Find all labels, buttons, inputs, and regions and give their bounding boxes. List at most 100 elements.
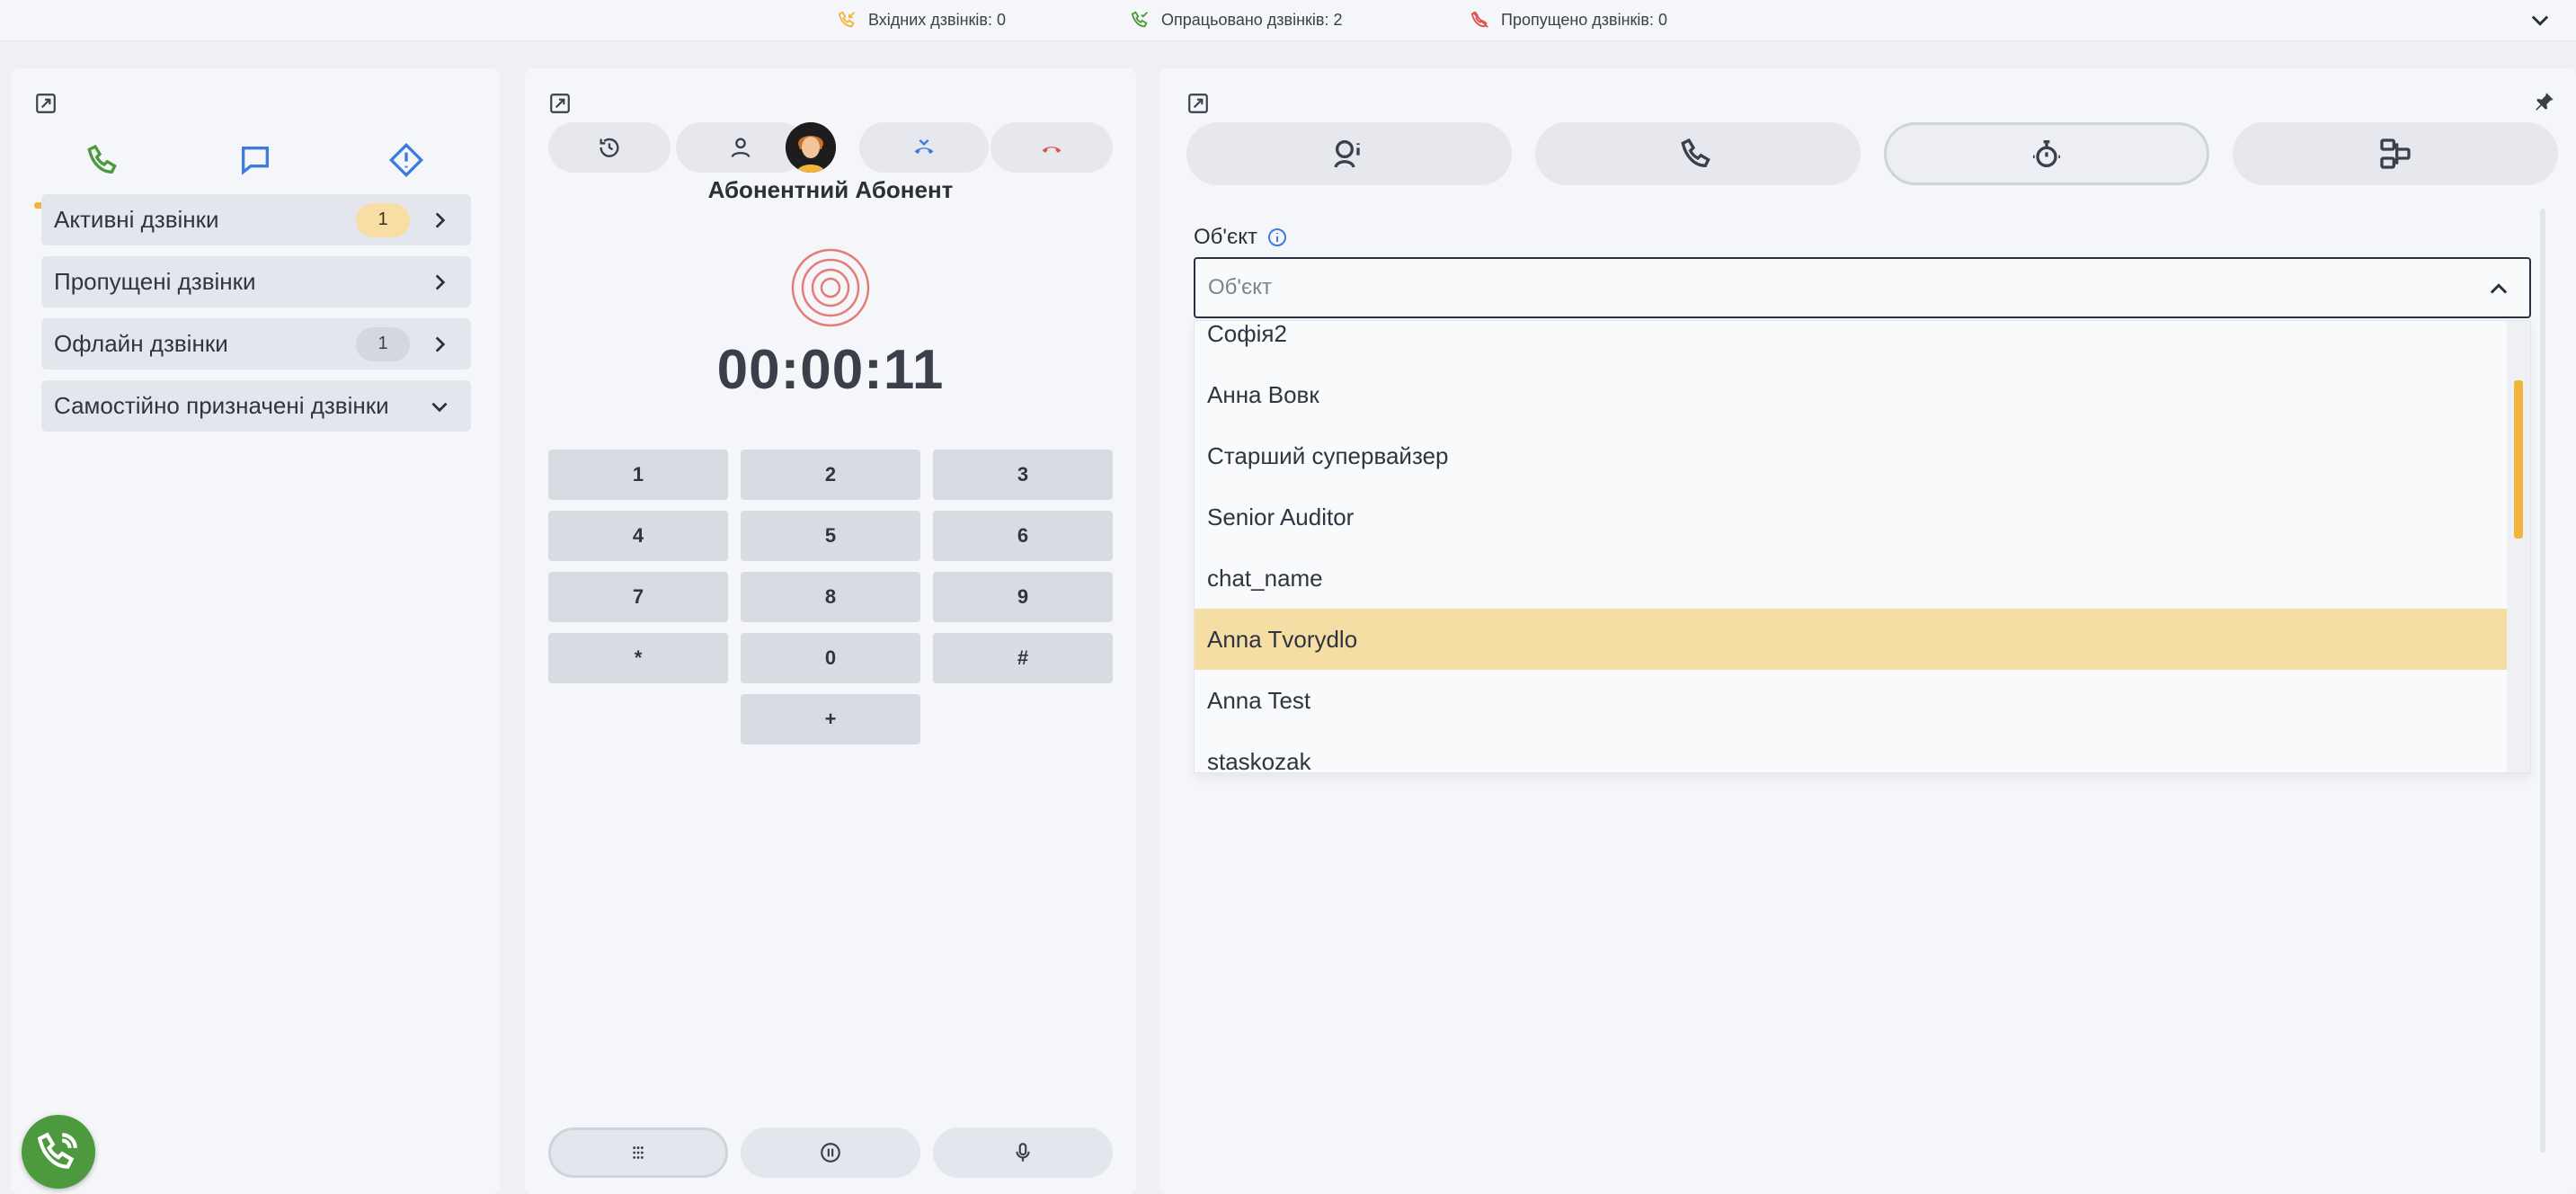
chevron-down-icon	[431, 402, 448, 412]
incoming-calls-stat: Вхідних дзвінків: 0	[838, 7, 1006, 32]
missed-calls-label: Пропущені дзвінки	[54, 268, 256, 295]
keypad-toggle-button[interactable]	[548, 1127, 728, 1178]
hang-up-button[interactable]	[990, 122, 1113, 173]
processed-call-icon	[1131, 11, 1148, 28]
key-4[interactable]: 4	[548, 511, 728, 561]
key-0[interactable]: 0	[741, 633, 920, 683]
missed-calls-text: Пропущено дзвінків: 0	[1501, 10, 1667, 29]
key-5[interactable]: 5	[741, 511, 920, 561]
option-item[interactable]: Софія2	[1195, 321, 2509, 364]
mute-button[interactable]	[933, 1127, 1113, 1178]
object-select-placeholder: Об'єкт	[1208, 275, 1273, 299]
calls-panel: Активні дзвінки 1 Пропущені дзвінки Офла…	[11, 68, 500, 1194]
processed-calls-text: Опрацьовано дзвінків: 2	[1161, 10, 1343, 29]
transfer-call-button[interactable]	[859, 122, 989, 173]
tab-alerts[interactable]	[334, 115, 478, 205]
softphone-button[interactable]	[22, 1115, 95, 1189]
history-button[interactable]	[548, 122, 671, 173]
call-timer: 00:00:11	[716, 339, 945, 401]
incoming-calls-text: Вхідних дзвінків: 0	[868, 10, 1007, 29]
panel-scrollbar[interactable]	[2540, 209, 2545, 1153]
option-item[interactable]: Senior Auditor	[1195, 486, 2509, 548]
active-calls-badge: 1	[356, 202, 410, 237]
offline-calls-badge: 1	[356, 326, 410, 361]
call-info-tab[interactable]	[1535, 122, 1861, 185]
object-select[interactable]: Об'єкт	[1194, 257, 2531, 318]
tab-chat[interactable]	[183, 115, 327, 205]
chevron-right-icon	[435, 273, 446, 290]
expand-icon[interactable]	[548, 92, 572, 115]
active-calls-item[interactable]: Активні дзвінки 1	[41, 194, 471, 245]
chevron-down-icon[interactable]	[2527, 7, 2553, 32]
key-plus[interactable]: +	[741, 694, 920, 744]
history-icon	[600, 138, 619, 157]
avatar-illustration	[786, 122, 836, 173]
option-item[interactable]: staskozak	[1195, 731, 2509, 773]
dropdown-scrollbar-thumb[interactable]	[2514, 380, 2523, 539]
subscriber-info-tab[interactable]	[1186, 122, 1512, 185]
option-item-selected[interactable]: Anna Tvorydlo	[1195, 609, 2509, 670]
key-6[interactable]: 6	[933, 511, 1113, 561]
routing-tab[interactable]	[2233, 122, 2558, 185]
phone-icon	[1681, 138, 1710, 168]
key-1[interactable]: 1	[548, 450, 728, 500]
option-item[interactable]: Анна Вовк	[1195, 364, 2509, 425]
object-label-text: Об'єкт	[1194, 225, 1258, 249]
chevron-right-icon	[435, 211, 446, 228]
pin-icon[interactable]	[2533, 90, 2556, 113]
active-calls-label: Активні дзвінки	[54, 206, 219, 233]
transfer-call-icon	[914, 139, 934, 154]
timer-tab[interactable]	[1884, 122, 2209, 185]
call-categories-list: Активні дзвінки 1 Пропущені дзвінки Офла…	[41, 194, 471, 442]
chevron-right-icon	[435, 335, 446, 352]
hang-up-icon	[1042, 147, 1061, 153]
key-7[interactable]: 7	[548, 572, 728, 622]
self-assigned-calls-label: Самостійно призначені дзвінки	[54, 392, 389, 419]
key-3[interactable]: 3	[933, 450, 1113, 500]
info-icon[interactable]	[1266, 227, 1288, 248]
option-item[interactable]: Старший супервайзер	[1195, 425, 2509, 486]
offline-calls-label: Офлайн дзвінки	[54, 330, 228, 357]
call-stats-bar: Вхідних дзвінків: 0 Опрацьовано дзвінків…	[0, 0, 2576, 41]
processed-calls-stat: Опрацьовано дзвінків: 2	[1131, 7, 1343, 32]
chevron-up-icon[interactable]	[2486, 277, 2511, 302]
chat-icon	[242, 147, 269, 175]
user-info-icon	[1334, 140, 1360, 168]
key-hash[interactable]: #	[933, 633, 1113, 683]
missed-calls-item[interactable]: Пропущені дзвінки	[41, 256, 471, 307]
microphone-icon	[1016, 1143, 1030, 1162]
key-star[interactable]: *	[548, 633, 728, 683]
expand-icon[interactable]	[1186, 92, 1210, 115]
object-dropdown: Софія2 Анна Вовк Старший супервайзер Sen…	[1194, 320, 2531, 773]
details-tabs	[1186, 122, 2558, 187]
user-icon	[731, 138, 751, 158]
stopwatch-icon	[2033, 140, 2060, 167]
subscriber-name: Абонентний Абонент	[707, 176, 954, 203]
expand-icon[interactable]	[34, 92, 58, 115]
alert-icon	[388, 142, 424, 178]
flow-icon	[2380, 138, 2411, 169]
call-controls	[548, 1127, 1113, 1178]
object-field-label: Об'єкт	[1194, 225, 1288, 250]
key-8[interactable]: 8	[741, 572, 920, 622]
key-2[interactable]: 2	[741, 450, 920, 500]
tab-calls[interactable]	[32, 115, 176, 209]
phone-icon	[87, 144, 117, 174]
option-item[interactable]: chat_name	[1195, 548, 2509, 609]
incoming-call-icon	[838, 11, 855, 28]
dropdown-scrollbar[interactable]	[2507, 321, 2530, 772]
pause-icon	[821, 1143, 840, 1163]
details-panel: Об'єкт Об'єкт Софія2 Анна Вовк Старший с…	[1159, 68, 2576, 1194]
phone-call-icon	[37, 1132, 77, 1169]
missed-call-icon	[1470, 11, 1488, 28]
option-item[interactable]: Anna Test	[1195, 670, 2509, 731]
object-options-list: Софія2 Анна Вовк Старший супервайзер Sen…	[1195, 321, 2509, 773]
call-actions-bar	[548, 122, 1113, 173]
missed-calls-stat: Пропущено дзвінків: 0	[1470, 7, 1667, 32]
keypad-icon	[633, 1146, 644, 1159]
self-assigned-calls-item[interactable]: Самостійно призначені дзвінки	[41, 380, 471, 432]
key-9[interactable]: 9	[933, 572, 1113, 622]
ringing-icon	[791, 248, 870, 327]
hold-button[interactable]	[741, 1127, 920, 1178]
offline-calls-item[interactable]: Офлайн дзвінки 1	[41, 318, 471, 370]
